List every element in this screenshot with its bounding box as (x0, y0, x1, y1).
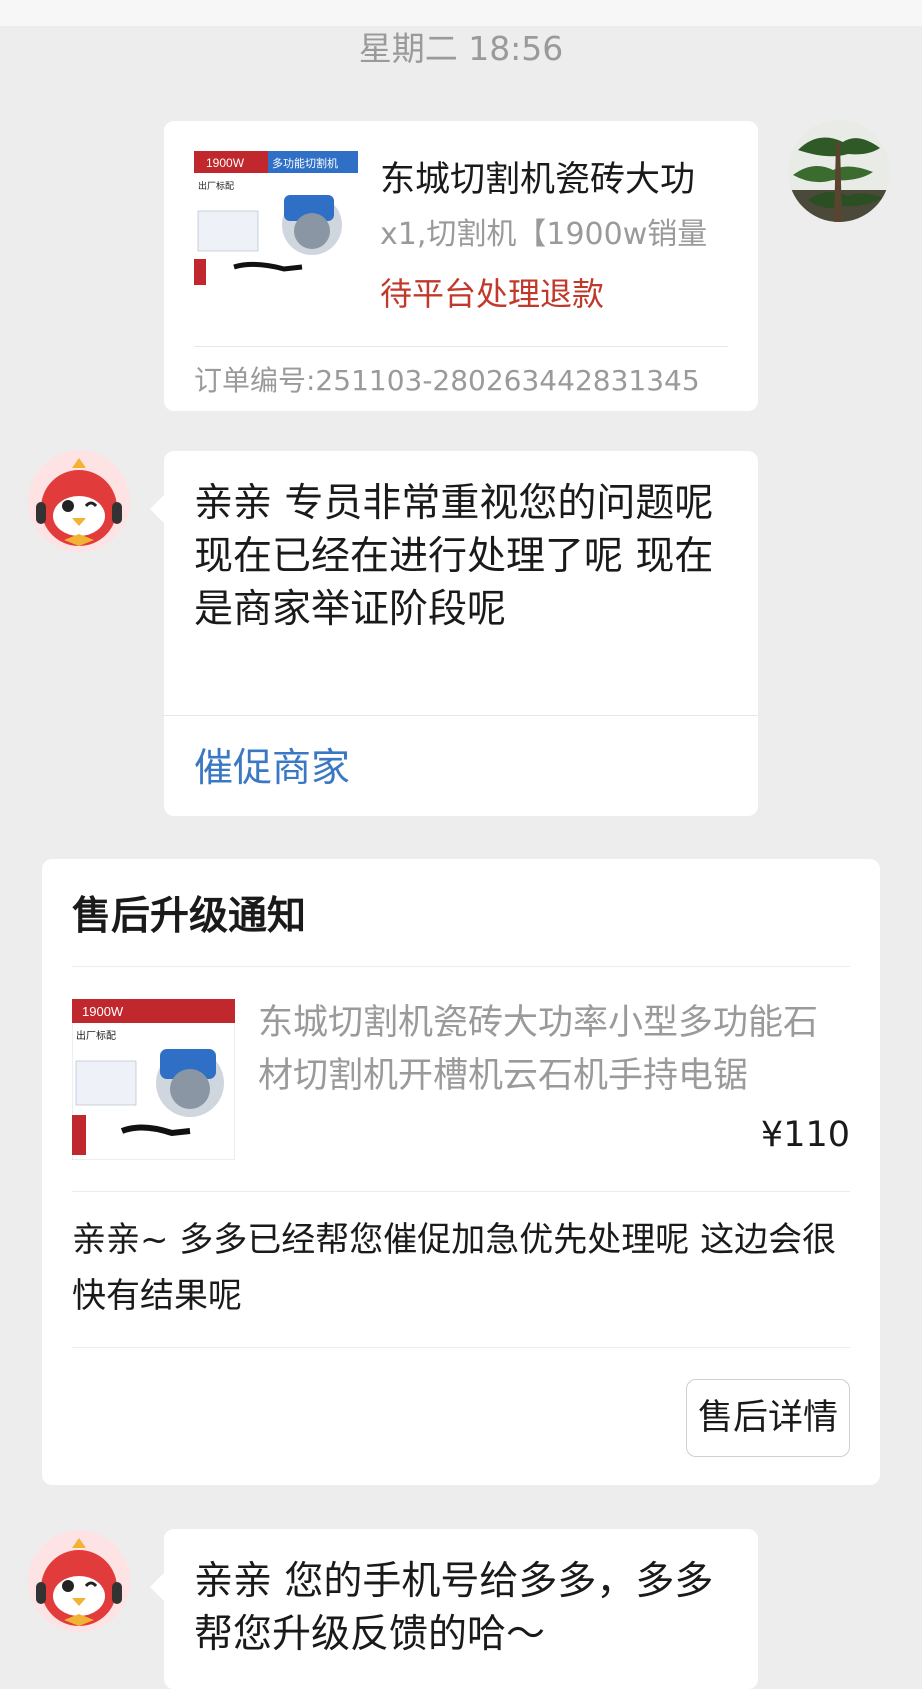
divider (164, 715, 758, 716)
user-avatar[interactable] (788, 120, 890, 222)
after-sales-product-thumbnail: 1900W 出厂标配 (71, 998, 236, 1161)
bubble-tail (150, 1573, 164, 1601)
divider (72, 966, 850, 967)
after-sales-details-button[interactable]: 售后详情 (686, 1379, 850, 1457)
after-sales-title: 售后升级通知 (72, 894, 307, 939)
after-sales-notice-card[interactable]: 售后升级通知 1900W 出厂标配 东城切割机瓷砖大功率小型多功能石材切割机开槽… (42, 859, 880, 1485)
chat-timestamp: 星期二 18:56 (358, 29, 564, 68)
service-bot-icon (28, 450, 130, 552)
svg-text:多功能切割机: 多功能切割机 (272, 156, 338, 170)
divider (194, 346, 728, 347)
service-avatar[interactable] (28, 1530, 130, 1632)
order-product-title: 东城切割机瓷砖大功 (380, 160, 696, 200)
service-avatar[interactable] (28, 450, 130, 552)
message-bubble: 亲亲 您的手机号给多多，多多帮您升级反馈的哈～ (150, 1529, 758, 1689)
bubble-tail (150, 495, 164, 523)
svg-text:出厂标配: 出厂标配 (198, 180, 234, 192)
pine-tree-icon (788, 120, 890, 222)
urge-merchant-button[interactable]: 催促商家 (194, 737, 350, 793)
order-number: 订单编号:251103-280263442831345 (194, 364, 700, 397)
divider (72, 1347, 850, 1348)
after-sales-message: 亲亲~ 多多已经帮您催促加急优先处理呢 这边会很快有结果呢 (72, 1220, 837, 1316)
message-text: 亲亲 您的手机号给多多，多多帮您升级反馈的哈～ (194, 1559, 714, 1657)
message-bubble: 亲亲 专员非常重视您的问题呢 现在已经在进行处理了呢 现在是商家举证阶段呢 催促… (150, 451, 758, 816)
order-card[interactable]: 1900W 多功能切割机 出厂标配 东城切割机瓷砖大功 x1,切割机【1900w… (164, 121, 758, 411)
order-status: 待平台处理退款 (380, 275, 605, 313)
order-product-thumbnail: 1900W 多功能切割机 出厂标配 (194, 151, 358, 285)
divider (72, 1191, 850, 1192)
order-product-spec: x1,切割机【1900w销量 (380, 217, 708, 252)
svg-text:出厂标配: 出厂标配 (76, 1029, 116, 1042)
after-sales-price: ¥110 (760, 1115, 850, 1155)
svg-text:1900W: 1900W (82, 1004, 124, 1019)
service-bot-icon (28, 1530, 130, 1632)
after-sales-product-title: 东城切割机瓷砖大功率小型多功能石材切割机开槽机云石机手持电锯 (258, 1003, 819, 1096)
svg-text:1900W: 1900W (206, 156, 245, 170)
message-text: 亲亲 专员非常重视您的问题呢 现在已经在进行处理了呢 现在是商家举证阶段呢 (194, 481, 714, 632)
